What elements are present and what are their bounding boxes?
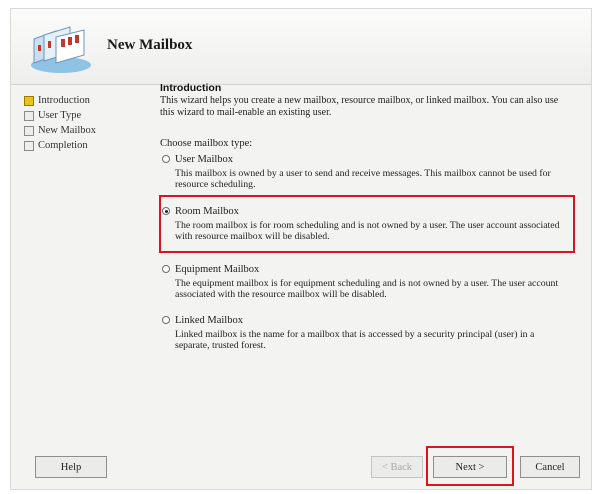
choose-type-label: Choose mailbox type: (160, 138, 253, 149)
option-label[interactable]: Equipment Mailbox (175, 264, 259, 275)
wizard-steps: Introduction User Type New Mailbox Compl… (24, 93, 134, 153)
room-mailbox-highlight (159, 195, 575, 253)
help-button[interactable]: Help (35, 456, 107, 478)
option-description: This mailbox is owned by a user to send … (175, 168, 551, 190)
option-description: Linked mailbox is the name for a mailbox… (175, 329, 535, 351)
option-user-mailbox: User Mailbox This mailbox is owned by a … (162, 152, 570, 190)
step-introduction: Introduction (24, 93, 134, 108)
radio-icon[interactable] (162, 316, 170, 324)
step-user-type: User Type (24, 108, 134, 123)
wizard-header: New Mailbox (11, 9, 591, 85)
back-button[interactable]: < Back (371, 456, 423, 478)
linked-mailbox-radio-row[interactable]: Linked Mailbox (162, 313, 570, 327)
option-label[interactable]: User Mailbox (175, 154, 233, 165)
option-equipment-mailbox: Equipment Mailbox The equipment mailbox … (162, 262, 570, 300)
step-label: New Mailbox (38, 125, 97, 136)
step-label: Introduction (38, 95, 90, 106)
option-label[interactable]: Linked Mailbox (175, 315, 243, 326)
radio-icon[interactable] (162, 155, 170, 163)
step-pending-icon (24, 140, 34, 151)
introduction-section: Introduction This wizard helps you creat… (160, 82, 572, 118)
step-label: User Type (38, 110, 82, 121)
step-new-mailbox: New Mailbox (24, 123, 134, 138)
intro-text: This wizard helps you create a new mailb… (160, 95, 559, 118)
step-label: Completion (38, 140, 88, 151)
intro-heading: Introduction (160, 82, 222, 94)
step-pending-icon (24, 110, 34, 121)
step-pending-icon (24, 125, 34, 136)
option-description: The equipment mailbox is for equipment s… (175, 278, 559, 300)
next-button-highlight (426, 446, 514, 486)
mailbox-icon (26, 17, 96, 77)
equipment-mailbox-radio-row[interactable]: Equipment Mailbox (162, 262, 570, 276)
step-completion: Completion (24, 138, 134, 153)
cancel-button[interactable]: Cancel (520, 456, 580, 478)
option-linked-mailbox: Linked Mailbox Linked mailbox is the nam… (162, 313, 570, 351)
step-active-icon (24, 95, 34, 106)
user-mailbox-radio-row[interactable]: User Mailbox (162, 152, 570, 166)
wizard-title: New Mailbox (107, 37, 193, 53)
radio-icon[interactable] (162, 265, 170, 273)
